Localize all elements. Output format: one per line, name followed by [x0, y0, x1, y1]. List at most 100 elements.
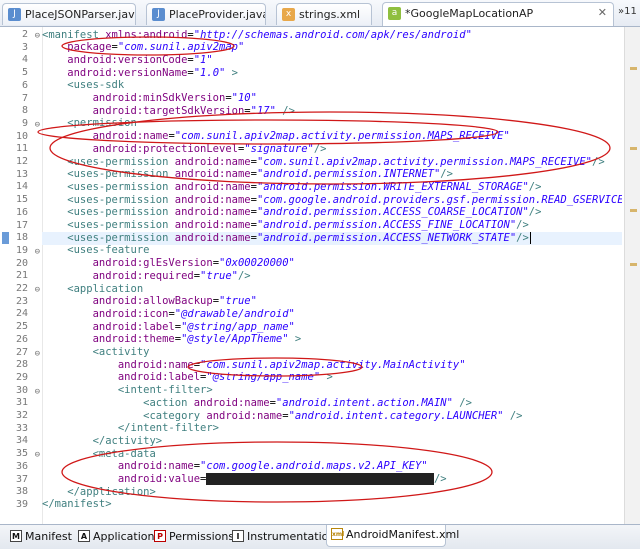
vertical-scrollbar[interactable]	[624, 27, 640, 524]
line-number-text: 15	[15, 194, 28, 206]
code-line[interactable]: </activity>	[42, 435, 622, 448]
line-number-text: 25	[15, 321, 28, 333]
code-line[interactable]: android:versionName="1.0" >	[42, 67, 622, 80]
tab-placejsonparser[interactable]: J PlaceJSONParser.java	[2, 3, 136, 25]
code-token: <intent-filter>	[42, 384, 213, 397]
code-token: <uses-permission	[42, 168, 169, 181]
code-line[interactable]: <intent-filter>	[42, 384, 622, 397]
code-line[interactable]: </intent-filter>	[42, 422, 622, 435]
xml-editor[interactable]: 2 ⊖ 3 4 5 6 7 8 9 ⊖ 10 11 12 13 14 15 16 17 18 19 ⊖ 20 21 22 ⊖ 23…	[0, 27, 640, 524]
tab-androidmanifest-xml[interactable]: xml AndroidManifest.xml	[326, 525, 459, 547]
code-line[interactable]: <uses-feature	[42, 244, 622, 257]
code-line[interactable]: android:targetSdkVersion="17" />	[42, 105, 622, 118]
code-line[interactable]: <uses-permission android:name="com.sunil…	[42, 156, 622, 169]
code-line[interactable]: android:required="true"/>	[42, 270, 622, 283]
line-number: 35 ⊖	[0, 448, 42, 460]
code-token: "true"	[219, 295, 257, 308]
xml-file-icon: x	[282, 8, 295, 21]
code-line[interactable]: android:label="@string/app_name"	[42, 321, 622, 334]
code-line[interactable]: package="com.sunil.apiv2map"	[42, 41, 622, 54]
tab-permissions[interactable]: P Permissions	[150, 527, 234, 546]
code-line[interactable]: <permission	[42, 117, 622, 130]
line-number: 11	[0, 143, 42, 155]
code-line[interactable]: android:icon="@drawable/android"	[42, 308, 622, 321]
line-number: 3	[0, 42, 42, 54]
code-token: <uses-permission	[42, 180, 169, 193]
code-token: />	[433, 473, 447, 485]
code-token: "android.intent.category.LAUNCHER"	[288, 409, 504, 422]
code-line[interactable]: android:allowBackup="true"	[42, 295, 622, 308]
code-line[interactable]: android:glEsVersion="0x00020000"	[42, 257, 622, 270]
code-line[interactable]: <meta-data	[42, 448, 622, 461]
line-number: 18	[0, 232, 42, 245]
line-number: 29	[0, 372, 42, 384]
line-number-text: 26	[15, 333, 28, 345]
fold-toggle-icon[interactable]: ⊖	[35, 386, 40, 398]
code-token: "@drawable/android"	[174, 307, 295, 320]
code-line[interactable]: android:value="AIzaSyBxxxxxxxxxxxxxxxxxx…	[42, 473, 622, 486]
fold-toggle-icon[interactable]: ⊖	[35, 348, 40, 360]
java-file-icon: J	[152, 8, 165, 21]
code-token: >	[288, 333, 302, 346]
code-line[interactable]: android:minSdkVersion="10"	[42, 92, 622, 105]
code-line[interactable]: </application>	[42, 486, 622, 499]
code-line[interactable]: android:name="com.sunil.apiv2map.activit…	[42, 359, 622, 372]
code-token: "17"	[250, 104, 276, 117]
code-line[interactable]: <category android:name="android.intent.c…	[42, 410, 622, 423]
code-line[interactable]: <uses-permission android:name="android.p…	[42, 181, 622, 194]
fold-toggle-icon[interactable]: ⊖	[35, 246, 40, 258]
fold-toggle-icon[interactable]: ⊖	[35, 30, 40, 42]
code-token: android:value	[42, 473, 201, 485]
tab-instrumentation[interactable]: I Instrumentation	[228, 527, 335, 546]
close-icon[interactable]: ✕	[598, 6, 607, 19]
tab-label: AndroidManifest.xml	[346, 528, 460, 541]
code-line[interactable]: <uses-sdk	[42, 79, 622, 92]
fold-toggle-icon[interactable]: ⊖	[35, 449, 40, 461]
code-line[interactable]: <application	[42, 283, 622, 296]
tab-label: strings.xml	[299, 8, 361, 21]
code-line[interactable]: <manifest xmlns:android="http://schemas.…	[42, 29, 622, 42]
code-line[interactable]: android:name="com.google.android.maps.v2…	[42, 460, 622, 473]
line-number-text: 9	[21, 117, 28, 129]
code-line[interactable]: android:protectionLevel="signature"/>	[42, 143, 622, 156]
line-number-text: 5	[21, 67, 28, 79]
code-token: />	[452, 396, 472, 409]
line-number: 21	[0, 270, 42, 282]
code-line[interactable]: android:label="@string/app_name" >	[42, 371, 622, 384]
code-line[interactable]: <action android:name="android.intent.act…	[42, 397, 622, 410]
tab-label: Application	[93, 530, 155, 543]
code-token: android:name	[42, 358, 194, 371]
permissions-page-icon: P	[154, 530, 166, 542]
line-number: 13	[0, 169, 42, 181]
code-line[interactable]: android:theme="@style/AppTheme" >	[42, 333, 622, 346]
code-token: />	[503, 409, 523, 422]
line-number-text: 20	[15, 257, 28, 269]
line-number: 30 ⊖	[0, 385, 42, 397]
code-area[interactable]: <manifest xmlns:android="http://schemas.…	[42, 27, 622, 524]
code-token: android:theme	[42, 333, 175, 346]
code-line[interactable]: android:name="com.sunil.apiv2map.activit…	[42, 130, 622, 143]
code-line[interactable]: <uses-permission android:name="android.p…	[42, 206, 622, 219]
fold-toggle-icon[interactable]: ⊖	[35, 284, 40, 296]
line-number: 9 ⊖	[0, 118, 42, 130]
tab-googlemaplocation-manifest[interactable]: a *GoogleMapLocationAP ✕	[382, 2, 614, 26]
code-line[interactable]: </manifest>	[42, 498, 622, 511]
code-line[interactable]: <uses-permission android:name="android.p…	[42, 168, 622, 181]
tab-strings-xml[interactable]: x strings.xml	[276, 3, 372, 25]
tab-manifest[interactable]: M Manifest	[6, 527, 72, 546]
code-line[interactable]: <uses-permission android:name="android.p…	[42, 231, 622, 245]
code-token: "com.google.android.providers.gsf.permis…	[256, 193, 622, 206]
line-number-text: 37	[15, 473, 28, 485]
code-line[interactable]: <activity	[42, 346, 622, 359]
tab-overflow-indicator[interactable]: »11	[618, 6, 637, 17]
line-number: 17	[0, 220, 42, 232]
code-line[interactable]: <uses-permission android:name="com.googl…	[42, 194, 622, 207]
fold-toggle-icon[interactable]: ⊖	[35, 119, 40, 131]
code-token: </intent-filter>	[42, 422, 220, 435]
tab-placeprovider[interactable]: J PlaceProvider.java	[146, 3, 266, 25]
code-line[interactable]: <uses-permission android:name="android.p…	[42, 219, 622, 232]
tab-application[interactable]: A Application	[74, 527, 154, 546]
text-cursor	[530, 231, 531, 244]
line-number: 36	[0, 461, 42, 473]
code-line[interactable]: android:versionCode="1"	[42, 54, 622, 67]
